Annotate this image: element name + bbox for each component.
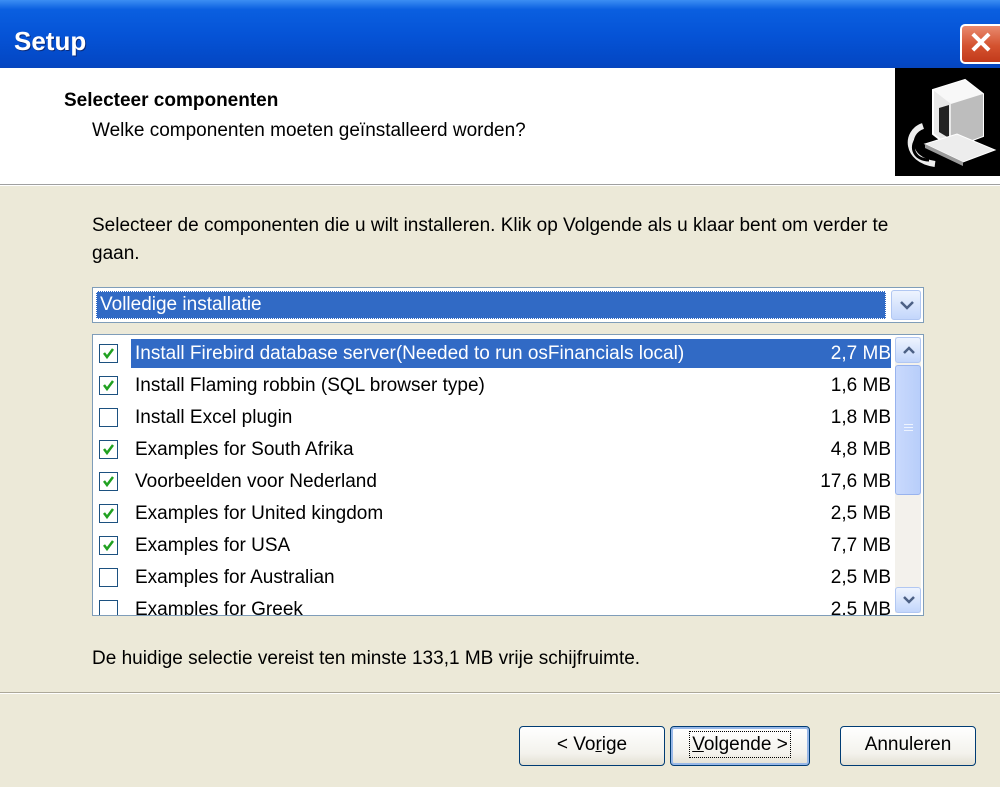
disk-space-requirement: De huidige selectie vereist ten minste 1… xyxy=(92,648,641,669)
checkmark-icon xyxy=(103,476,114,488)
cancel-button[interactable]: Annuleren xyxy=(840,726,976,766)
component-label: Install Flaming robbin (SQL browser type… xyxy=(135,375,485,396)
component-label: Examples for South Afrika xyxy=(135,439,354,460)
next-label-post: olgende > xyxy=(703,734,788,755)
component-checkbox[interactable] xyxy=(99,376,118,395)
checkmark-icon xyxy=(103,348,114,360)
instructions-text: Selecteer de componenten die u wilt inst… xyxy=(92,215,889,264)
component-size: 4,8 MB xyxy=(830,439,891,460)
component-row[interactable]: Install Firebird database server(Needed … xyxy=(99,339,891,368)
setup-computer-icon xyxy=(895,68,1000,176)
component-size: 7,7 MB xyxy=(830,535,891,556)
components-list[interactable]: Install Firebird database server(Needed … xyxy=(92,334,924,616)
component-size: 2,5 MB xyxy=(830,567,891,588)
dropdown-arrow-button[interactable] xyxy=(891,290,921,320)
component-row[interactable]: Examples for South Afrika 4,8 MB xyxy=(99,435,891,464)
back-label-pre: < Vo xyxy=(556,734,596,755)
checkmark-icon xyxy=(103,444,114,456)
grip-icon xyxy=(904,424,913,432)
component-checkbox[interactable] xyxy=(99,504,118,523)
component-row[interactable]: Voorbeelden voor Nederland 17,6 MB xyxy=(99,467,891,496)
component-checkbox[interactable] xyxy=(99,344,118,363)
next-button-label: Volgende > xyxy=(689,731,791,758)
close-icon: ✕ xyxy=(968,27,994,60)
scroll-down-button[interactable] xyxy=(895,587,921,613)
page-title: Selecteer componenten xyxy=(64,90,279,111)
component-label: Examples for Australian xyxy=(135,567,335,588)
scroll-up-button[interactable] xyxy=(895,337,921,363)
next-label-accel: V xyxy=(692,734,704,755)
component-size: 17,6 MB xyxy=(820,471,891,492)
setup-window: Setup ✕ Selecteer componenten Welke comp… xyxy=(0,0,1000,787)
close-button[interactable]: ✕ xyxy=(960,24,1000,64)
component-size: 2,5 MB xyxy=(830,599,891,616)
component-row[interactable]: Examples for Australian 2,5 MB xyxy=(99,563,891,592)
chevron-down-icon xyxy=(900,301,914,310)
component-checkbox[interactable] xyxy=(99,600,118,615)
component-label: Voorbeelden voor Nederland xyxy=(135,471,377,492)
component-checkbox[interactable] xyxy=(99,536,118,555)
checkmark-icon xyxy=(103,540,114,552)
back-button-label: < Vorige xyxy=(557,734,627,755)
component-row[interactable]: Install Excel plugin 1,8 MB xyxy=(99,403,891,432)
page-subtitle: Welke componenten moeten geïnstalleerd w… xyxy=(92,120,526,141)
component-size: 2,5 MB xyxy=(830,503,891,524)
window-title: Setup xyxy=(14,26,87,56)
back-label-post: ige xyxy=(601,734,628,755)
component-label: Examples for United kingdom xyxy=(135,503,384,524)
checkmark-icon xyxy=(103,380,114,392)
component-row[interactable]: Examples for Greek 2,5 MB xyxy=(99,595,891,616)
install-type-value: Volledige installatie xyxy=(96,291,886,319)
component-size: 1,8 MB xyxy=(830,407,891,428)
component-size: 2,7 MB xyxy=(830,339,891,368)
component-label: Install Firebird database server(Needed … xyxy=(131,339,689,368)
component-label: Examples for Greek xyxy=(135,599,303,616)
component-label: Examples for USA xyxy=(135,535,291,556)
checkmark-icon xyxy=(103,508,114,520)
component-checkbox[interactable] xyxy=(99,568,118,587)
next-button[interactable]: Volgende > xyxy=(670,726,810,766)
footer-divider-highlight xyxy=(0,693,1000,694)
component-row[interactable]: Install Flaming robbin (SQL browser type… xyxy=(99,371,891,400)
header-divider xyxy=(0,185,1000,186)
chevron-down-icon xyxy=(903,596,915,604)
component-checkbox[interactable] xyxy=(99,408,118,427)
wizard-header: Selecteer componenten Welke componenten … xyxy=(0,68,1000,185)
install-type-dropdown[interactable]: Volledige installatie xyxy=(92,287,924,323)
component-checkbox[interactable] xyxy=(99,440,118,459)
component-row[interactable]: Examples for USA 7,7 MB xyxy=(99,531,891,560)
component-label: Install Excel plugin xyxy=(135,407,293,428)
list-scrollbar[interactable] xyxy=(895,337,921,613)
component-size: 1,6 MB xyxy=(830,375,891,396)
chevron-up-icon xyxy=(903,346,915,354)
back-button[interactable]: < Vorige xyxy=(519,726,665,766)
scroll-thumb[interactable] xyxy=(895,365,921,495)
component-checkbox[interactable] xyxy=(99,472,118,491)
component-row[interactable]: Examples for United kingdom 2,5 MB xyxy=(99,499,891,528)
